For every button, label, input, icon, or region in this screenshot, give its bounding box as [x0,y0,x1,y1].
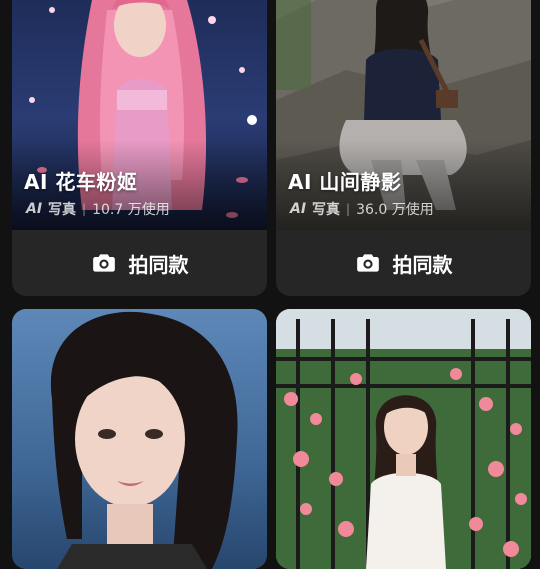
category-tag: 写真 [312,202,341,218]
ai-badge: AI [26,201,43,217]
usage-count: 36.0 万使用 [356,202,434,218]
template-card[interactable] [276,309,531,569]
meta-separator: | [82,202,87,216]
template-photo[interactable] [12,309,267,569]
template-photo[interactable] [276,0,531,230]
make-same-button[interactable]: 拍同款 [12,230,267,296]
usage-count: 10.7 万使用 [92,202,170,218]
template-title: AI 山间静影 [288,170,402,194]
category-tag: 写真 [48,202,77,218]
ai-badge: AI [290,201,307,217]
camera-icon [355,250,381,276]
make-same-label: 拍同款 [128,252,189,277]
template-card[interactable]: AI 山间静影 AI 写真 | 36.0 万使用 拍同款 [276,0,531,296]
template-meta: AI 写真 | 36.0 万使用 [290,199,434,219]
make-same-button[interactable]: 拍同款 [276,230,531,296]
make-same-label: 拍同款 [392,252,453,277]
meta-separator: | [346,202,351,216]
template-card[interactable]: AI 花车粉姬 AI 写真 | 10.7 万使用 拍同款 [12,0,267,296]
camera-icon [91,250,117,276]
template-meta: AI 写真 | 10.7 万使用 [26,199,170,219]
template-card[interactable] [12,309,267,569]
template-photo[interactable] [276,309,531,569]
template-title: AI 花车粉姬 [24,170,138,194]
template-photo[interactable] [12,0,267,230]
